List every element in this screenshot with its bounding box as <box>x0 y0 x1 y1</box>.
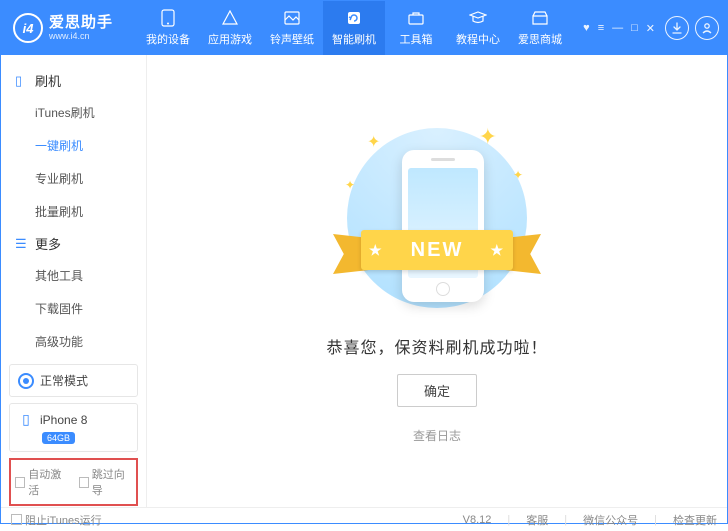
sidebar-section-more[interactable]: ☰ 更多 <box>1 228 146 259</box>
nav-flash[interactable]: 智能刷机 <box>323 1 385 55</box>
flash-icon <box>345 9 363 27</box>
support-link[interactable]: 客服 <box>526 512 548 528</box>
nav-store[interactable]: 爱思商城 <box>509 1 571 55</box>
section-title: 更多 <box>35 234 61 253</box>
sidebar-item-advanced[interactable]: 高级功能 <box>35 325 146 358</box>
app-header: i4 爱思助手 www.i4.cn 我的设备 应用游戏 铃声壁纸 智能刷机 工具… <box>1 1 727 55</box>
sidebar-item-pro-flash[interactable]: 专业刷机 <box>35 162 146 195</box>
nav-label: 应用游戏 <box>208 31 252 47</box>
success-content: ✦ ✦ ✦ ✦ NEW 恭喜您，保资料刷机成功啦！ 确定 查看日志 <box>147 55 727 507</box>
checkbox-icon <box>11 514 22 525</box>
sidebar-item-oneclick-flash[interactable]: 一键刷机 <box>35 129 146 162</box>
sidebar-item-batch-flash[interactable]: 批量刷机 <box>35 195 146 228</box>
settings-icon[interactable]: ≡ <box>598 22 604 35</box>
success-illustration: ✦ ✦ ✦ ✦ NEW <box>337 118 537 318</box>
auto-activate-checkbox[interactable]: 自动激活 <box>15 466 69 498</box>
device-phone-icon: ▯ <box>18 411 34 428</box>
apps-icon <box>221 9 239 27</box>
highlighted-options: 自动激活 跳过向导 <box>9 458 138 506</box>
nav-apps[interactable]: 应用游戏 <box>199 1 261 55</box>
nav-label: 我的设备 <box>146 31 190 47</box>
list-icon: ☰ <box>15 236 29 252</box>
checkbox-label: 自动激活 <box>28 466 68 498</box>
check-update-link[interactable]: 检查更新 <box>673 512 717 528</box>
sidebar: ▯ 刷机 iTunes刷机 一键刷机 专业刷机 批量刷机 ☰ 更多 其他工具 下… <box>1 55 147 507</box>
phone-icon <box>159 9 177 27</box>
checkbox-label: 阻止iTunes运行 <box>25 512 102 528</box>
window-controls: ♥ ≡ — □ ✕ <box>583 22 655 35</box>
nav-my-device[interactable]: 我的设备 <box>137 1 199 55</box>
device-indicator[interactable]: ▯ iPhone 8 64GB <box>9 403 138 452</box>
nav-ringtones[interactable]: 铃声壁纸 <box>261 1 323 55</box>
menu-icon[interactable]: ♥ <box>583 22 590 35</box>
maximize-icon[interactable]: □ <box>631 22 638 35</box>
sidebar-item-itunes-flash[interactable]: iTunes刷机 <box>35 96 146 129</box>
mode-label: 正常模式 <box>40 372 88 389</box>
block-itunes-checkbox[interactable]: 阻止iTunes运行 <box>11 512 102 528</box>
minimize-icon[interactable]: — <box>612 22 623 35</box>
sidebar-item-other-tools[interactable]: 其他工具 <box>35 259 146 292</box>
mode-icon <box>18 373 34 389</box>
ok-button[interactable]: 确定 <box>397 374 477 407</box>
main-panel: ✦ ✦ ✦ ✦ NEW 恭喜您，保资料刷机成功啦！ 确定 查看日志 <box>147 55 727 507</box>
wechat-link[interactable]: 微信公众号 <box>583 512 638 528</box>
nav-label: 教程中心 <box>456 31 500 47</box>
nav-label: 铃声壁纸 <box>270 31 314 47</box>
checkbox-icon <box>79 477 89 488</box>
user-button[interactable] <box>695 16 719 40</box>
app-title: 爱思助手 <box>49 15 113 30</box>
sidebar-section-flash[interactable]: ▯ 刷机 <box>1 65 146 96</box>
tutorial-icon <box>469 9 487 27</box>
app-logo: i4 爱思助手 www.i4.cn <box>13 13 137 43</box>
nav-label: 智能刷机 <box>332 31 376 47</box>
checkbox-label: 跳过向导 <box>92 466 132 498</box>
header-controls: ♥ ≡ — □ ✕ <box>583 16 719 40</box>
logo-icon: i4 <box>13 13 43 43</box>
success-message: 恭喜您，保资料刷机成功啦！ <box>326 334 547 358</box>
nav-label: 工具箱 <box>400 31 433 47</box>
download-button[interactable] <box>665 16 689 40</box>
wallpaper-icon <box>283 9 301 27</box>
checkbox-icon <box>15 477 25 488</box>
skip-guide-checkbox[interactable]: 跳过向导 <box>79 466 133 498</box>
close-icon[interactable]: ✕ <box>646 22 655 35</box>
top-nav: 我的设备 应用游戏 铃声壁纸 智能刷机 工具箱 教程中心 爱思商城 <box>137 1 571 55</box>
app-url: www.i4.cn <box>49 32 113 41</box>
store-icon <box>531 9 549 27</box>
device-name: iPhone 8 <box>40 413 87 427</box>
ribbon-text: NEW <box>361 230 513 270</box>
view-log-link[interactable]: 查看日志 <box>413 427 461 444</box>
nav-label: 爱思商城 <box>518 31 562 47</box>
toolbox-icon <box>407 9 425 27</box>
section-title: 刷机 <box>35 71 61 90</box>
mode-indicator[interactable]: 正常模式 <box>9 364 138 397</box>
storage-badge: 64GB <box>42 432 75 444</box>
new-ribbon: NEW <box>337 218 537 278</box>
sidebar-item-download-firmware[interactable]: 下载固件 <box>35 292 146 325</box>
phone-outline-icon: ▯ <box>15 73 29 89</box>
nav-tutorial[interactable]: 教程中心 <box>447 1 509 55</box>
nav-toolbox[interactable]: 工具箱 <box>385 1 447 55</box>
